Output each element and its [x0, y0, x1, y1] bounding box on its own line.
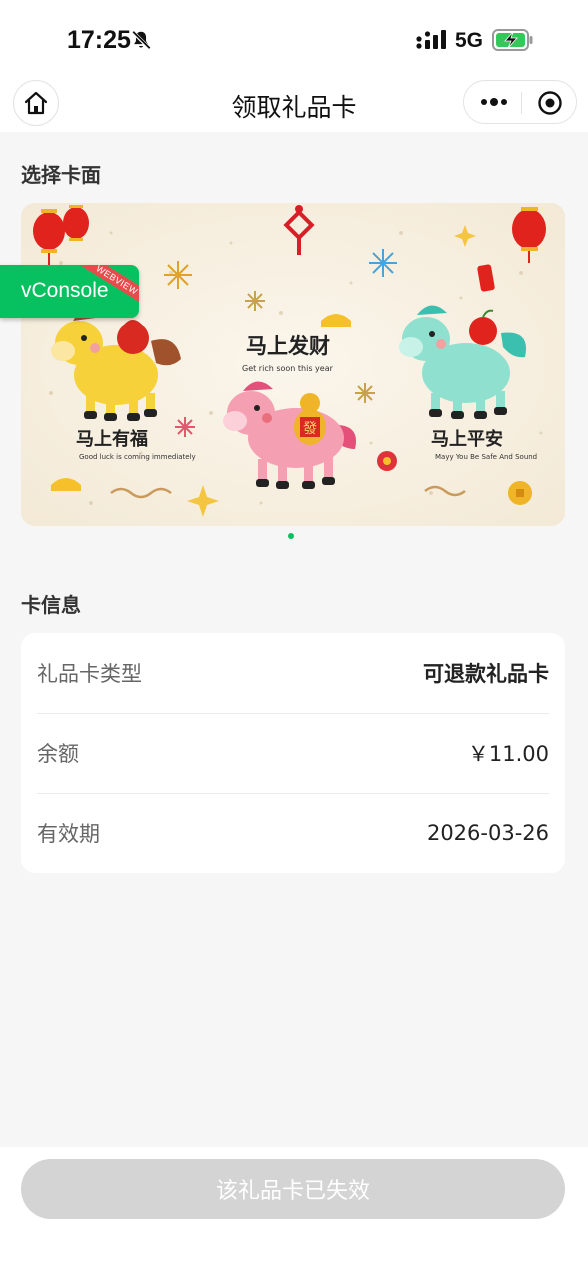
stamp-fa: 發	[303, 421, 317, 437]
info-value-expiry: 2026-03-26	[426, 821, 549, 845]
phrase-fa-en: Get rich soon this year	[242, 364, 334, 373]
card-expired-button[interactable]: 该礼品卡已失效	[21, 1159, 565, 1219]
info-value-type: 可退款礼品卡	[423, 662, 549, 686]
info-row-expiry: 有效期 2026-03-26	[37, 793, 549, 873]
bell-off-icon	[131, 30, 151, 50]
info-label-type: 礼品卡类型	[37, 662, 142, 686]
phrase-fu-en: Good luck is coming immediately	[79, 453, 196, 461]
phrase-an-en: Mayy You Be Safe And Sound	[435, 453, 537, 461]
menu-capsule	[463, 80, 577, 124]
info-label-balance: 余额	[37, 742, 79, 766]
phrase-fa-cn: 马上发财	[246, 334, 330, 358]
network-label: 5G	[455, 29, 484, 52]
vconsole-button[interactable]: vConsole WEBVIEW	[0, 265, 139, 318]
vconsole-label: vConsole	[21, 279, 109, 302]
phrase-an-cn: 马上平安	[431, 428, 503, 450]
battery-charging-icon	[492, 29, 533, 51]
info-value-balance: ￥11.00	[467, 742, 549, 766]
nav-bar: 领取礼品卡	[0, 80, 588, 132]
card-face-section-title: 选择卡面	[21, 163, 101, 187]
status-time: 17:25	[67, 26, 131, 54]
info-row-type: 礼品卡类型 可退款礼品卡	[37, 633, 549, 713]
card-face-artwork: 马上有福 Good luck is coming immediately 發 马…	[21, 203, 565, 526]
bottom-bar: 该礼品卡已失效	[0, 1147, 588, 1273]
status-bar: 17:25 5G	[0, 0, 588, 80]
phrase-fu-cn: 马上有福	[76, 428, 148, 450]
more-icon[interactable]	[479, 91, 509, 113]
info-label-expiry: 有效期	[37, 822, 100, 846]
info-section-title: 卡信息	[21, 593, 81, 617]
target-icon[interactable]	[537, 90, 563, 116]
info-row-balance: 余额 ￥11.00	[37, 713, 549, 793]
carousel-dot-active[interactable]	[288, 533, 294, 539]
card-face-image[interactable]: 马上有福 Good luck is coming immediately 發 马…	[21, 203, 565, 526]
capsule-divider	[521, 92, 522, 114]
info-card: 礼品卡类型 可退款礼品卡 余额 ￥11.00 有效期 2026-03-26	[21, 633, 565, 873]
signal-icon	[416, 30, 446, 49]
